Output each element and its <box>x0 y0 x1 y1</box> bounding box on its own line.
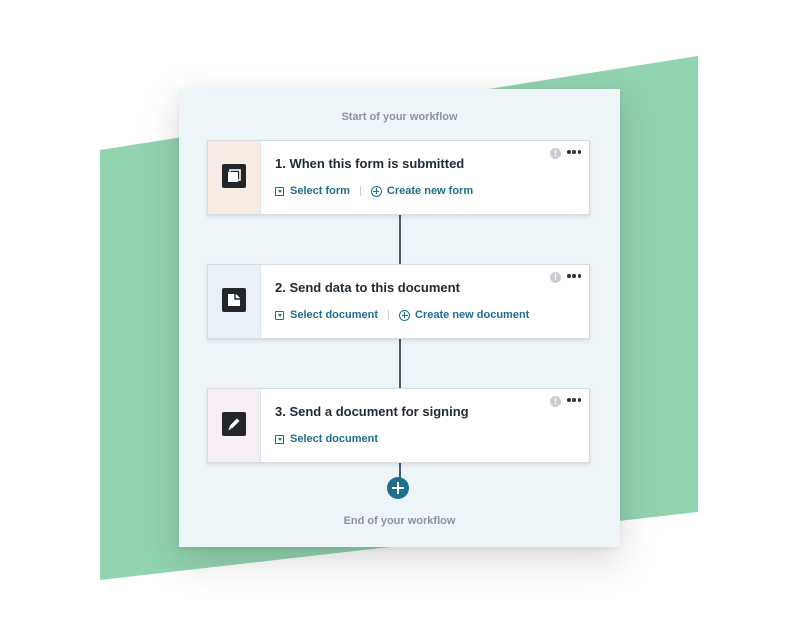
more-options-icon[interactable] <box>567 393 581 407</box>
create-new-form-label: Create new form <box>386 185 474 197</box>
step-title: 2. Send data to this document <box>275 280 460 295</box>
workflow-step-2[interactable]: 2. Send data to this document Select doc… <box>207 264 590 339</box>
create-new-document-label: Create new document <box>415 309 530 321</box>
step-icon-cell <box>208 265 261 338</box>
select-document-button[interactable]: Select document <box>275 309 378 321</box>
workflow-start-label: Start of your workflow <box>341 111 458 123</box>
connector-line <box>399 215 401 265</box>
workflow-step-1[interactable]: 1. When this form is submitted Select fo… <box>207 140 590 215</box>
step-icon-cell <box>208 141 261 214</box>
workflow-end-label: End of your workflow <box>343 515 456 527</box>
workflow-step-3[interactable]: 3. Send a document for signing Select do… <box>207 388 590 463</box>
select-form-button[interactable]: Select form <box>275 185 350 197</box>
action-divider <box>359 186 361 196</box>
step-actions: Select document <box>275 432 378 446</box>
create-new-document-button[interactable]: Create new document <box>399 309 529 321</box>
dropdown-square-icon <box>275 310 284 320</box>
plus-circle-icon <box>370 185 382 197</box>
step-icon-cell <box>208 389 261 462</box>
dropdown-square-icon <box>275 186 284 196</box>
pen-icon <box>222 412 246 436</box>
plus-circle-icon <box>399 309 411 321</box>
step-actions: Select document Create new document <box>275 308 529 322</box>
step-actions: Select form Create new form <box>275 184 473 198</box>
step-title: 1. When this form is submitted <box>275 156 465 171</box>
connector-line <box>399 339 401 389</box>
more-options-icon[interactable] <box>567 145 581 159</box>
select-document-label: Select document <box>290 433 379 445</box>
select-document-button[interactable]: Select document <box>275 433 378 445</box>
create-new-form-button[interactable]: Create new form <box>370 185 474 197</box>
info-icon[interactable]: ! <box>550 148 561 159</box>
select-form-label: Select form <box>290 185 350 197</box>
dropdown-square-icon <box>275 434 284 444</box>
select-document-label: Select document <box>290 309 379 321</box>
form-icon <box>222 164 246 188</box>
info-icon[interactable]: ! <box>550 272 561 283</box>
action-divider <box>388 310 390 320</box>
info-icon[interactable]: ! <box>550 396 561 407</box>
workflow-panel: Start of your workflow 1. When this form… <box>179 89 620 547</box>
add-step-button[interactable] <box>387 477 409 499</box>
step-title: 3. Send a document for signing <box>275 404 469 419</box>
more-options-icon[interactable] <box>567 269 581 283</box>
document-icon <box>222 288 246 312</box>
